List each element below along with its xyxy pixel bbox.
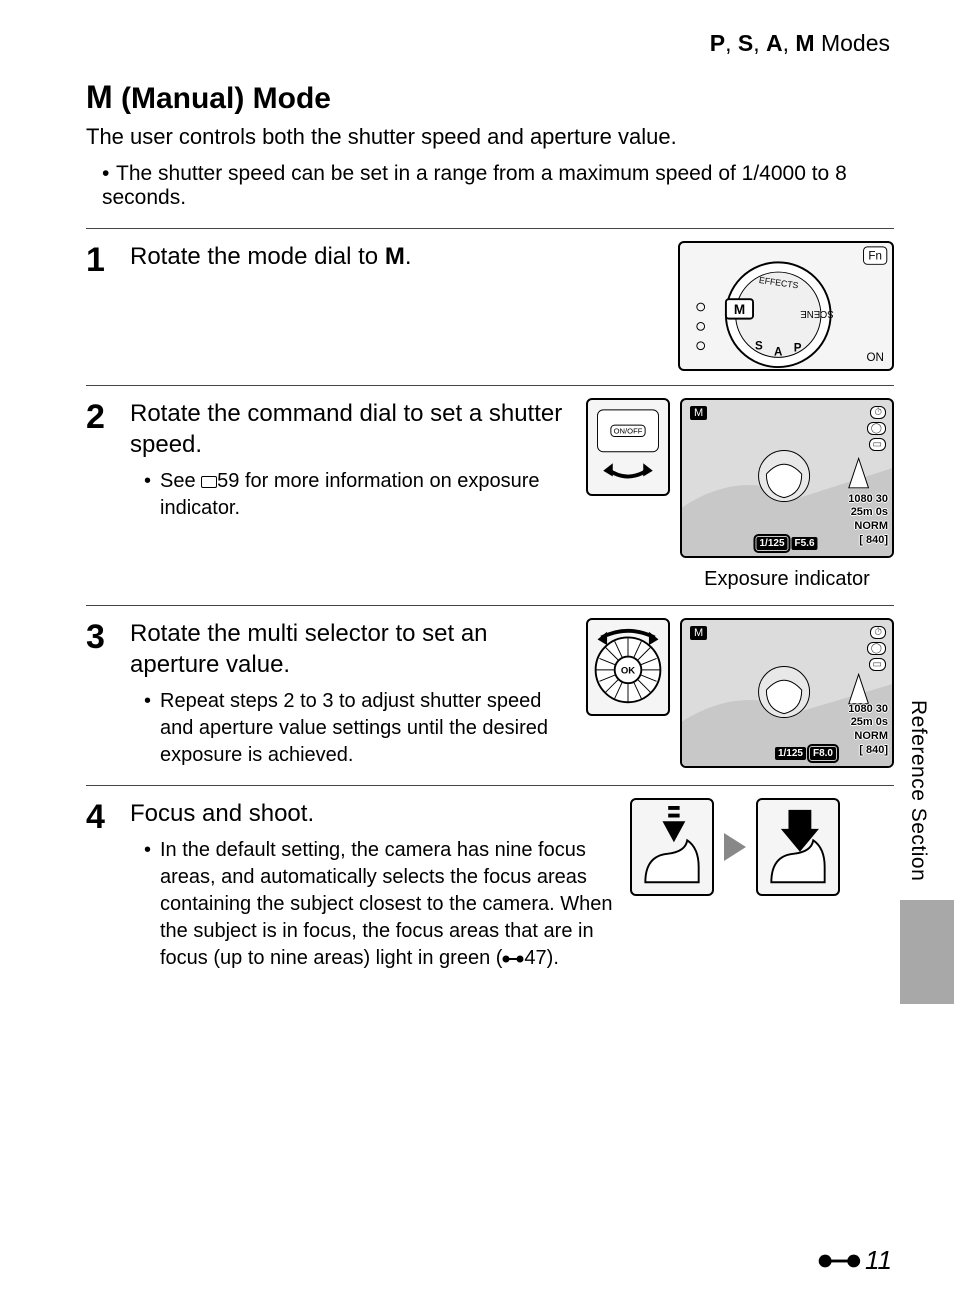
step-number: 2 — [86, 398, 130, 591]
mode-m: M — [795, 30, 814, 56]
lcd-right-stack: 1080 30 25m 0s NORM [ 840] — [848, 493, 888, 548]
step-4: 4 Focus and shoot. • In the default sett… — [86, 786, 894, 988]
step-bullet: • See 59 for more information on exposur… — [144, 468, 574, 522]
svg-text:A: A — [774, 345, 783, 358]
svg-text:OK: OK — [621, 665, 635, 676]
step-bullet: • Repeat steps 2 to 3 to adjust shutter … — [144, 688, 574, 769]
multi-selector-figure: OK — [586, 618, 670, 716]
lcd-mode-badge: M — [690, 626, 707, 640]
step-title: Rotate the mode dial to M. — [130, 241, 666, 272]
step-3: 3 Rotate the multi selector to set an ap… — [86, 606, 894, 785]
step-title: Rotate the command dial to set a shutter… — [130, 398, 574, 460]
arrow-right-icon — [724, 833, 746, 861]
svg-text:SCENE: SCENE — [800, 308, 834, 319]
side-tab: Reference Section — [898, 700, 954, 1010]
figure-caption: Exposure indicator — [680, 568, 894, 591]
manual-ref-icon — [201, 476, 217, 488]
step-1: 1 Rotate the mode dial to M. Fn ON M EFF… — [86, 229, 894, 385]
lcd-status-icons: ⏱◯▭ — [867, 626, 886, 671]
lcd-mode-badge: M — [690, 406, 707, 420]
intro-text: The user controls both the shutter speed… — [86, 122, 894, 152]
page-title: M (Manual) Mode — [86, 79, 894, 116]
mode-a: A — [766, 30, 783, 56]
step-number: 1 — [86, 241, 130, 371]
lcd-status-icons: ⏱◯▭ — [867, 406, 886, 451]
aperture-value: F5.6 — [792, 537, 818, 550]
lcd-right-stack: 1080 30 25m 0s NORM [ 840] — [848, 703, 888, 758]
side-tab-bar — [900, 900, 954, 1004]
svg-text:P: P — [794, 341, 802, 354]
mode-dial-figure: Fn ON M EFFECTS SCENE S A P — [678, 241, 894, 371]
step-bullet: • In the default setting, the camera has… — [144, 837, 618, 972]
mode-s: S — [738, 30, 753, 56]
half-press-figure — [630, 798, 714, 896]
shutter-value: 1/125 — [756, 537, 787, 550]
breadcrumb: P, S, A, M Modes — [86, 30, 894, 57]
command-dial-figure: ON/OFF — [586, 398, 670, 496]
mode-p: P — [710, 30, 725, 56]
lcd-figure: M ⏱◯▭ 1080 30 25m 0s NORM [ 840] — [680, 398, 894, 558]
aperture-value: F8.0 — [810, 747, 836, 760]
lcd-figure: M ⏱◯▭ 1080 30 25m 0s NORM [ 840] — [680, 618, 894, 768]
side-tab-label: Reference Section — [906, 700, 930, 881]
shutter-value: 1/125 — [775, 747, 806, 760]
step-title: Rotate the multi selector to set an aper… — [130, 618, 574, 680]
on-label: ON — [866, 351, 883, 364]
intro-bullet: •The shutter speed can be set in a range… — [102, 162, 894, 210]
page-number: 11 — [818, 1245, 892, 1276]
step-number: 3 — [86, 618, 130, 771]
full-press-figure — [756, 798, 840, 896]
heading-glyph: M — [86, 79, 113, 115]
fn-label: Fn — [868, 249, 882, 262]
step-2: 2 Rotate the command dial to set a shutt… — [86, 386, 894, 605]
svg-text:S: S — [755, 339, 763, 352]
step-number: 4 — [86, 798, 130, 974]
step-title: Focus and shoot. — [130, 798, 618, 829]
svg-text:ON/OFF: ON/OFF — [614, 426, 643, 435]
svg-text:M: M — [734, 301, 745, 316]
